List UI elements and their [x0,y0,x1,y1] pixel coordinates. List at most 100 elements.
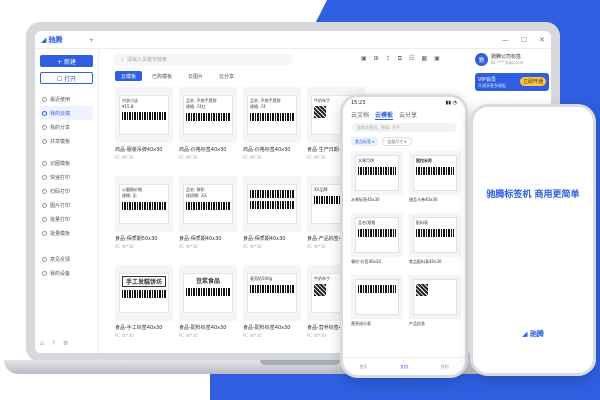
avatar[interactable]: 驰 [475,53,488,66]
sidebar-item-label: 批量打印 [50,216,71,223]
template-thumbnail [409,275,461,319]
sidebar-item-image-print[interactable]: 图片打印 [40,198,93,212]
vip-open-button[interactable]: 立即开通 [519,77,546,86]
barcode-graphic [358,229,396,237]
sidebar-item-shared-templates[interactable]: 共享模板 [40,134,93,148]
vip-banner: VIP会员 开通享更多模板 立即开通 [475,73,549,91]
phone-template-card[interactable]: 品名/规格 餐饮-价签40x30 [351,213,403,271]
barcode-graphic [122,290,166,298]
nav-profile[interactable]: 我的 [441,364,449,370]
new-tab-button[interactable]: + [88,36,94,44]
template-thumbnail: 提拉米苏 [409,151,461,195]
barcode-graphic [358,285,396,293]
template-name: 商品-价格标签40x30 [179,147,227,153]
label-text: 规格: 74 [250,104,266,109]
sidebar-item-cloud[interactable]: 我的云端 [40,106,93,120]
maximize-button[interactable]: ☐ [521,36,527,44]
barcode-graphic [122,112,166,120]
template-grid: 内衣小店 ¥15.8 商品-服装吊牌40x30 PC 40*30 品名: 平底手提袋规… [115,87,365,349]
tool-icon-6[interactable]: ▦ [421,55,427,63]
template-card[interactable]: 内衣小店 ¥15.8 商品-服装吊牌40x30 PC 40*30 [115,87,173,171]
qr-code-graphic [416,284,428,296]
template-card[interactable]: 麦而奶500g 食品-配料标签40x30 PC 40*30 [243,265,301,349]
tab-cloud-templates[interactable]: 云模板 [375,110,394,120]
size-filter[interactable]: 全部尺寸 ▾ [382,137,412,146]
template-thumbnail: 品名: 鲜奶 保质期: 3天 [179,176,237,232]
help-icon[interactable]: ? [52,340,55,347]
user-info: 驰腾公司标签 ID:****@qq.com [491,54,524,65]
close-button[interactable]: ✕ [539,36,545,44]
label-text: 品名/规格 [358,220,376,225]
sidebar-item-image-recognition[interactable]: 识图模板 [40,156,93,170]
template-name: 产品信息 [409,321,425,326]
minimize-button[interactable]: — [502,36,509,44]
new-button[interactable]: + 新建 [40,55,93,67]
tool-icon-2[interactable]: ⊞ [374,55,379,63]
template-name: 食品-保质期50x30 [115,236,158,242]
scan-icon [42,188,47,194]
template-meta: PC 40*30 [179,244,198,249]
phone-template-card[interactable]: 提拉米苏 甜品卡券40x30 [409,151,461,209]
tab-cloud-images[interactable]: 云图片 [182,71,209,81]
nav-docs[interactable]: 文档 [400,364,408,370]
tab-cloud-share[interactable]: 云分享 [399,110,417,119]
sidebar-item-label: 识图模板 [50,160,71,167]
template-card[interactable]: 品名: 平底手提袋 规格: 74红 商品-价格标签40x30 PC 40*30 [179,87,237,171]
template-card[interactable]: 豆浆食品 食品-配料标签40x30 PC 40*30 [179,265,237,349]
tab-cloud-docs[interactable]: 云文档 [351,110,369,119]
template-name: 商品-价格标签40x30 [243,147,291,153]
app-logo: ◢ 驰腾 [41,35,62,45]
cloud-icon [42,110,47,116]
phone-search-input[interactable]: 搜索关键词，例如: 牙子 [351,123,457,132]
label-preview: 配料表 [413,217,457,253]
open-button[interactable]: ☐ 打开 [40,72,93,84]
settings-icon[interactable]: ⚙ [63,340,68,347]
phone-template-card[interactable]: 配料表 食品配料表40x30 [409,213,461,271]
label-preview [247,184,297,224]
template-card[interactable]: 食品-保质期40x30 PC 40*30 [243,176,301,260]
template-meta: PC 40*30 [179,155,198,160]
template-card[interactable]: 手工发糕饼坊 食品-手工标签40x30 PC 40*30 [115,265,173,349]
barcode-graphic [250,113,294,121]
sidebar-item-recent[interactable]: 最近使用 [40,92,93,106]
sidebar-item-devices[interactable]: 我的设备 [40,266,93,280]
barcode-graphic [250,285,294,293]
template-card[interactable]: 火腿肠价格 规格: 无食品-保质期50x30 PC 40*30 [115,176,173,260]
phone-template-card[interactable]: 水果月饼 水果标签40x30 [351,151,403,209]
category-filter[interactable]: 食品标签 ▾ [351,137,379,146]
barcode-graphic [416,167,454,175]
home-icon[interactable]: ⌂ [40,340,44,347]
sidebar: + 新建 ☐ 打开 最近使用 我的云端 我的分享 共享模板 识图模板 快递打印 … [35,49,99,353]
template-thumbnail: 手工发糕饼坊 [115,265,173,321]
sidebar-item-scan-print[interactable]: 扫码打印 [40,184,93,198]
tool-icon-7[interactable]: ▣ [434,55,440,63]
phone-template-card[interactable]: 产品信息 [409,275,461,333]
tab-purchased-templates[interactable]: 已购模板 [146,71,178,81]
tab-cloud-templates[interactable]: 云模板 [115,71,143,81]
sidebar-item-label: 扫码打印 [50,188,71,195]
tool-icon-4[interactable]: ⧉ [398,55,402,63]
sidebar-item-label: 我的设备 [50,270,71,277]
toolbar: ▣ ⊞ ⇪ ⧉ ☷ ▦ ▣ [361,55,440,63]
template-thumbnail: 火腿肠价格 规格: 无 [115,176,173,232]
tool-icon-5[interactable]: ☷ [409,55,414,63]
sidebar-item-batch-print[interactable]: 批量打印 [40,212,93,226]
sidebar-item-batch-templates[interactable]: 批量模板 [40,226,93,240]
tab-cloud-share[interactable]: 云分享 [213,71,240,81]
template-thumbnail: 配料表 [409,213,461,257]
template-card[interactable]: 品名: 鲜奶 保质期: 3天 食品-保质期40x30 PC 40*30 [179,176,237,260]
nav-home[interactable]: 首页 [359,364,367,370]
search-input[interactable]: ⌕ 请输入关键字搜索 [113,54,293,65]
laptop-notch [260,360,340,365]
signal-icon: ▮▮ ◔ [445,100,457,106]
sidebar-item-express-print[interactable]: 快递打印 [40,170,93,184]
sidebar-item-feedback[interactable]: 意见反馈 [40,252,93,266]
template-card[interactable]: 品名: 平底手提袋 规格: 74 商品-价格标签40x30 PC 40*30 [243,87,301,171]
tool-icon-3[interactable]: ⇪ [386,55,391,63]
sidebar-item-label: 共享模板 [50,138,71,145]
tool-icon-1[interactable]: ▣ [361,55,367,63]
phone-template-card[interactable]: 营养成分表 [351,275,403,333]
user-profile[interactable]: 驰 驰腾公司标签 ID:****@qq.com [475,53,524,66]
sidebar-item-share[interactable]: 我的分享 [40,120,93,134]
clock-icon [42,96,47,102]
